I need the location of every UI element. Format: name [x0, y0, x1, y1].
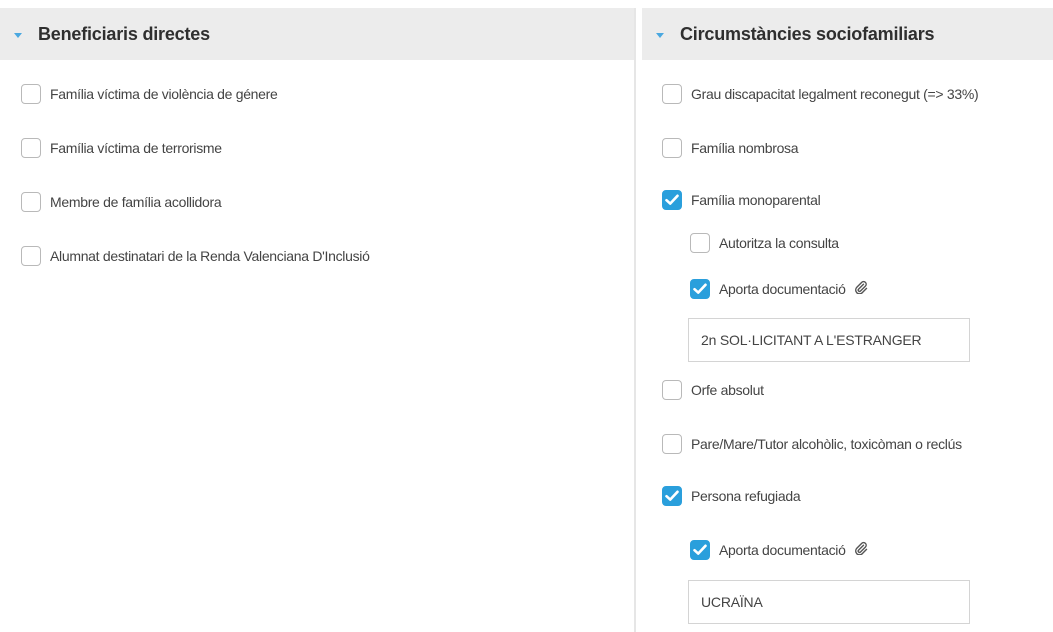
checkbox[interactable] — [21, 138, 41, 158]
checkbox-label: Persona refugiada — [691, 488, 801, 504]
checkbox-row-renda[interactable]: Alumnat destinatari de la Renda Valencia… — [21, 246, 370, 266]
caret-down-icon[interactable] — [656, 33, 664, 38]
checkbox-label: Família monoparental — [691, 192, 821, 208]
checkbox-row-violencia[interactable]: Família víctima de violència de génere — [21, 84, 278, 104]
checkbox-checked[interactable] — [662, 486, 682, 506]
checkbox-row-autoritza[interactable]: Autoritza la consulta — [690, 233, 839, 253]
checkbox-label: Aporta documentació — [719, 542, 846, 558]
checkbox-checked[interactable] — [690, 540, 710, 560]
panel-title: Beneficiaris directes — [38, 23, 210, 44]
beneficiaris-header[interactable]: Beneficiaris directes — [0, 8, 634, 60]
checkbox-label: Orfe absolut — [691, 382, 764, 398]
beneficiaris-panel: Beneficiaris directes Família víctima de… — [0, 8, 636, 632]
checkbox[interactable] — [21, 192, 41, 212]
circumstancies-panel: Circumstàncies sociofamiliars Grau disca… — [642, 8, 1053, 632]
checkbox[interactable] — [662, 434, 682, 454]
paperclip-icon[interactable] — [854, 541, 868, 560]
checkbox-label: Aporta documentació — [719, 281, 846, 297]
checkbox[interactable] — [21, 84, 41, 104]
checkbox[interactable] — [662, 138, 682, 158]
checkbox-row-grau[interactable]: Grau discapacitat legalment reconegut (=… — [662, 84, 979, 104]
checkbox-row-acollidora[interactable]: Membre de família acollidora — [21, 192, 222, 212]
checkbox[interactable] — [21, 246, 41, 266]
document-value-field[interactable]: UCRAÏNA — [688, 580, 970, 624]
checkbox-row-aporta-2[interactable]: Aporta documentació — [690, 540, 868, 560]
checkbox[interactable] — [690, 233, 710, 253]
checkbox-label: Alumnat destinatari de la Renda Valencia… — [50, 248, 370, 264]
panel-title: Circumstàncies sociofamiliars — [680, 23, 935, 44]
checkbox-row-terrorisme[interactable]: Família víctima de terrorisme — [21, 138, 222, 158]
checkbox-label: Família nombrosa — [691, 140, 799, 156]
checkbox-row-pare[interactable]: Pare/Mare/Tutor alcohòlic, toxicòman o r… — [662, 434, 962, 454]
check-icon — [693, 544, 707, 555]
checkbox-label: Membre de família acollidora — [50, 194, 222, 210]
checkbox-row-monoparental[interactable]: Família monoparental — [662, 190, 821, 210]
caret-down-icon[interactable] — [14, 33, 22, 38]
check-icon — [665, 490, 679, 501]
checkbox-label: Grau discapacitat legalment reconegut (=… — [691, 86, 979, 102]
check-icon — [693, 283, 707, 294]
checkbox-checked[interactable] — [690, 279, 710, 299]
circumstancies-header[interactable]: Circumstàncies sociofamiliars — [642, 8, 1053, 60]
check-icon — [665, 194, 679, 205]
checkbox-checked[interactable] — [662, 190, 682, 210]
checkbox-label: Família víctima de violència de génere — [50, 86, 278, 102]
paperclip-icon[interactable] — [854, 280, 868, 299]
checkbox[interactable] — [662, 380, 682, 400]
checkbox-row-aporta-1[interactable]: Aporta documentació — [690, 279, 868, 299]
checkbox-row-orfe[interactable]: Orfe absolut — [662, 380, 764, 400]
checkbox-row-nombrosa[interactable]: Família nombrosa — [662, 138, 799, 158]
checkbox-label: Autoritza la consulta — [719, 235, 839, 251]
checkbox[interactable] — [662, 84, 682, 104]
document-value-field[interactable]: 2n SOL·LICITANT A L'ESTRANGER — [688, 318, 970, 362]
checkbox-label: Família víctima de terrorisme — [50, 140, 222, 156]
checkbox-row-refugiada[interactable]: Persona refugiada — [662, 486, 801, 506]
checkbox-label: Pare/Mare/Tutor alcohòlic, toxicòman o r… — [691, 436, 962, 452]
